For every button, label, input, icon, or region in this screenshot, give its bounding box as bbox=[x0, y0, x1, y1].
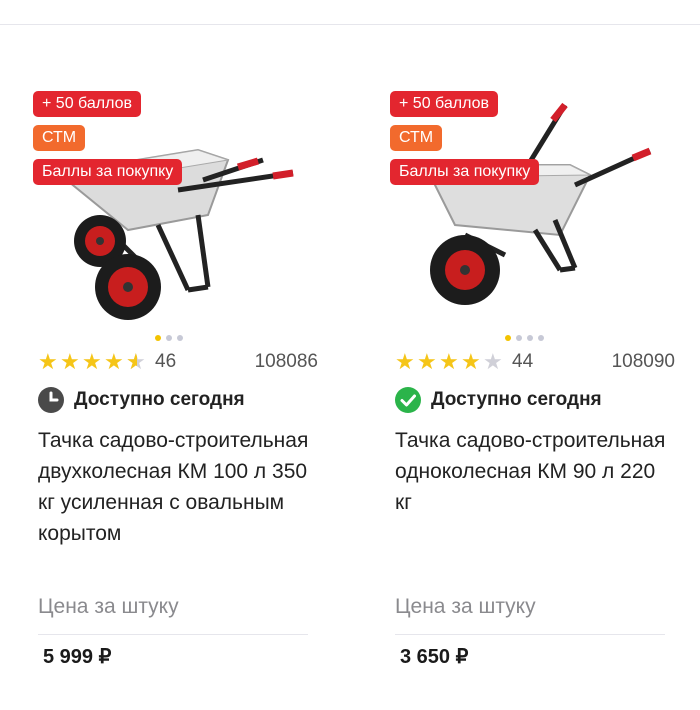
rating-row[interactable]: ★ ★ ★ ★ ★ 44 108090 bbox=[395, 347, 675, 377]
carousel-dot[interactable] bbox=[177, 335, 183, 341]
half-star-icon: ★ bbox=[126, 351, 147, 374]
stm-badge: СТМ bbox=[33, 125, 86, 151]
product-image[interactable]: + 50 баллов СТМ Баллы за покупку bbox=[28, 55, 318, 325]
star-icon: ★ bbox=[38, 349, 58, 374]
price-divider bbox=[38, 634, 308, 635]
star-icon: ★ bbox=[417, 349, 437, 374]
rating-stars: ★ ★ ★ ★ ★ bbox=[38, 349, 147, 374]
product-title[interactable]: Тачка садово-строительная одноколесная К… bbox=[395, 425, 675, 518]
availability: Доступно сегодня bbox=[395, 386, 602, 414]
availability-text: Доступно сегодня bbox=[431, 389, 602, 410]
star-icon: ★ bbox=[439, 349, 459, 374]
price-label: Цена за штуку bbox=[395, 595, 536, 618]
price-divider bbox=[395, 634, 665, 635]
star-icon: ★ bbox=[82, 349, 102, 374]
check-circle-icon bbox=[395, 387, 421, 413]
carousel-dot[interactable] bbox=[155, 335, 161, 341]
clock-icon bbox=[38, 387, 64, 413]
image-carousel-dots[interactable] bbox=[155, 335, 183, 341]
bonus-badge: Баллы за покупку bbox=[33, 159, 183, 185]
price-label: Цена за штуку bbox=[38, 595, 179, 618]
carousel-dot[interactable] bbox=[538, 335, 544, 341]
review-count[interactable]: 46 bbox=[155, 351, 176, 373]
product-card[interactable]: + 50 баллов СТМ Баллы за покупку ★ ★ ★ ★… bbox=[385, 25, 675, 710]
rating-stars: ★ ★ ★ ★ ★ bbox=[395, 351, 504, 373]
product-sku: 108086 bbox=[254, 351, 318, 372]
points-badge: + 50 баллов bbox=[390, 91, 498, 117]
product-title[interactable]: Тачка садово-строительная двухколесная К… bbox=[38, 425, 318, 549]
availability: Доступно сегодня bbox=[38, 386, 245, 414]
empty-star-icon: ★ bbox=[483, 349, 503, 374]
stm-badge: СТМ bbox=[390, 125, 443, 151]
star-icon: ★ bbox=[395, 349, 415, 374]
product-price: 3 650 ₽ bbox=[400, 646, 469, 668]
availability-text: Доступно сегодня bbox=[74, 389, 245, 410]
bonus-badge: Баллы за покупку bbox=[390, 159, 540, 185]
star-icon: ★ bbox=[104, 349, 124, 374]
review-count[interactable]: 44 bbox=[512, 351, 533, 373]
product-price: 5 999 ₽ bbox=[43, 646, 112, 668]
star-icon: ★ bbox=[461, 349, 481, 374]
product-sku: 108090 bbox=[611, 351, 675, 372]
carousel-dot[interactable] bbox=[166, 335, 172, 341]
points-badge: + 50 баллов bbox=[33, 91, 141, 117]
image-carousel-dots[interactable] bbox=[505, 335, 544, 341]
carousel-dot[interactable] bbox=[516, 335, 522, 341]
star-icon: ★ bbox=[60, 349, 80, 374]
product-image[interactable]: + 50 баллов СТМ Баллы за покупку bbox=[385, 55, 675, 325]
carousel-dot[interactable] bbox=[505, 335, 511, 341]
product-card[interactable]: + 50 баллов СТМ Баллы за покупку ★ ★ ★ ★… bbox=[28, 25, 318, 710]
carousel-dot[interactable] bbox=[527, 335, 533, 341]
rating-row[interactable]: ★ ★ ★ ★ ★ 46 108086 bbox=[38, 347, 318, 377]
